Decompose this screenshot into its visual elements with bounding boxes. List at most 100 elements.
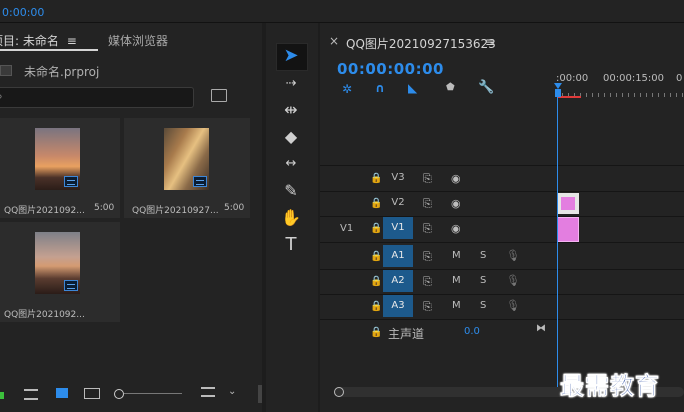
sequence-icon bbox=[64, 280, 78, 291]
track-content-area[interactable] bbox=[556, 167, 684, 367]
mic-icon[interactable]: 🎙 bbox=[506, 249, 520, 262]
zoom-slider-handle[interactable] bbox=[114, 389, 124, 399]
sort-icon[interactable] bbox=[201, 387, 215, 397]
lock-icon[interactable]: 🔒 bbox=[370, 276, 382, 287]
bin-icon bbox=[0, 65, 12, 76]
clip-v1[interactable] bbox=[557, 217, 579, 242]
nest-toggle-icon[interactable]: ✲ bbox=[342, 82, 352, 96]
mic-icon[interactable]: 🎙 bbox=[506, 274, 520, 287]
tab-menu-icon[interactable]: ≡ bbox=[485, 35, 495, 49]
track-a2: 🔒 A2 ⎘ M S 🎙 bbox=[320, 270, 556, 295]
top-bar: 0:00:00 bbox=[0, 0, 684, 23]
master-label: 主声道 bbox=[388, 327, 425, 341]
mute-button[interactable]: M bbox=[452, 250, 461, 261]
clip-duration: 5:00 bbox=[224, 203, 245, 213]
search-input[interactable]: ⌕ bbox=[0, 87, 194, 108]
track-label-v2[interactable]: V2 bbox=[383, 192, 413, 214]
watermark: 最需教育 bbox=[560, 371, 660, 401]
sync-lock-icon[interactable]: ⎘ bbox=[423, 172, 432, 186]
sync-lock-icon[interactable]: ⎘ bbox=[423, 250, 432, 264]
track-label-a1[interactable]: A1 bbox=[383, 245, 413, 267]
solo-button[interactable]: S bbox=[480, 300, 486, 311]
track-label-a3[interactable]: A3 bbox=[383, 295, 413, 317]
sync-lock-icon[interactable]: ⎘ bbox=[423, 197, 432, 211]
track-label-a2[interactable]: A2 bbox=[383, 270, 413, 292]
list-view-icon[interactable] bbox=[24, 389, 38, 400]
clip-v2[interactable] bbox=[557, 193, 579, 214]
panel-scrollbar[interactable] bbox=[258, 385, 262, 403]
mute-button[interactable]: M bbox=[452, 300, 461, 311]
eye-icon[interactable]: ◉ bbox=[451, 222, 461, 235]
timeline-panel: × QQ图片20210927153623 ≡ 00:00:00:00 ✲ ∩ ◣… bbox=[320, 23, 684, 412]
eye-icon[interactable]: ◉ bbox=[451, 197, 461, 210]
work-area-bar bbox=[558, 96, 581, 98]
scroll-handle[interactable] bbox=[334, 387, 344, 397]
mic-icon[interactable]: 🎙 bbox=[506, 299, 520, 312]
sync-lock-icon[interactable]: ⎘ bbox=[423, 222, 432, 236]
clip-duration: 5:00 bbox=[94, 203, 115, 213]
media-item[interactable]: QQ图片2021092... bbox=[0, 222, 120, 322]
top-timecode: 0:00:00 bbox=[2, 6, 45, 19]
lock-icon[interactable]: 🔒 bbox=[370, 223, 382, 234]
sync-lock-icon[interactable]: ⎘ bbox=[423, 300, 432, 314]
source-patch-v1[interactable]: V1 bbox=[340, 223, 353, 234]
eye-icon[interactable]: ◉ bbox=[451, 172, 461, 185]
project-tab-menu-icon[interactable]: ≡ bbox=[67, 34, 77, 48]
lock-icon[interactable]: 🔒 bbox=[370, 173, 382, 184]
solo-button[interactable]: S bbox=[480, 250, 486, 261]
playhead-top[interactable] bbox=[555, 89, 561, 97]
active-tab-underline bbox=[0, 49, 98, 51]
lock-icon[interactable]: 🔒 bbox=[370, 251, 382, 262]
lock-icon[interactable]: 🔒 bbox=[370, 301, 382, 312]
project-tab[interactable]: 项目: 未命名 ≡ bbox=[0, 32, 77, 49]
track-v3: 🔒 V3 ⎘ ◉ bbox=[320, 167, 556, 192]
lock-icon[interactable] bbox=[0, 392, 4, 399]
master-volume[interactable]: 0.0 bbox=[464, 326, 480, 337]
snap-icon[interactable]: ∩ bbox=[375, 81, 385, 95]
lock-icon[interactable]: 🔒 bbox=[370, 327, 382, 338]
close-tab-icon[interactable]: × bbox=[329, 34, 339, 48]
hand-tool-icon[interactable]: ✋ bbox=[278, 207, 304, 229]
media-item[interactable]: QQ图片20210927... 5:00 bbox=[124, 118, 250, 218]
clip-name: QQ图片2021092... bbox=[4, 206, 85, 216]
add-marker-icon[interactable]: ⬟ bbox=[446, 82, 455, 93]
lock-icon[interactable]: 🔒 bbox=[370, 198, 382, 209]
freeform-view-icon[interactable] bbox=[84, 388, 100, 399]
linked-selection-icon[interactable]: ◣ bbox=[408, 81, 417, 95]
razor-tool-icon[interactable]: ◆ bbox=[278, 126, 304, 148]
track-select-tool-icon[interactable]: ⇢ bbox=[278, 73, 304, 95]
sync-lock-icon[interactable]: ⎘ bbox=[423, 275, 432, 289]
mute-button[interactable]: M bbox=[452, 275, 461, 286]
track-a3: 🔒 A3 ⎘ M S 🎙 bbox=[320, 295, 556, 320]
video-clip-icon bbox=[193, 176, 207, 187]
tab-media-browser[interactable]: 媒体浏览器 bbox=[108, 32, 168, 49]
go-to-end-icon[interactable]: ⧓ bbox=[536, 323, 546, 334]
search-icon: ⌕ bbox=[0, 89, 3, 104]
new-bin-icon[interactable] bbox=[211, 89, 227, 102]
tools-panel: ➤ ⇢ ⇹ ◆ ↔ ✎ ✋ T bbox=[266, 23, 318, 412]
icon-view-icon[interactable] bbox=[56, 388, 68, 398]
selection-tool-icon[interactable]: ➤ bbox=[278, 45, 304, 67]
time-ruler[interactable]: :00:00 00:00:15:00 0 bbox=[556, 67, 684, 100]
zoom-slider[interactable] bbox=[124, 393, 182, 394]
media-item[interactable]: QQ图片2021092... 5:00 bbox=[0, 118, 120, 218]
track-v1: V1 🔒 V1 ⎘ ◉ bbox=[320, 217, 556, 242]
pen-tool-icon[interactable]: ✎ bbox=[278, 180, 304, 202]
playhead-timecode[interactable]: 00:00:00:00 bbox=[337, 60, 444, 78]
playhead-line bbox=[557, 97, 558, 387]
type-tool-icon[interactable]: T bbox=[278, 234, 304, 256]
solo-button[interactable]: S bbox=[480, 275, 486, 286]
track-label-v1[interactable]: V1 bbox=[383, 217, 413, 239]
wrench-icon[interactable]: 🔧 bbox=[478, 80, 494, 95]
project-filename: 未命名.prproj bbox=[24, 65, 100, 79]
slip-tool-icon[interactable]: ↔ bbox=[278, 153, 304, 175]
track-v2: 🔒 V2 ⎘ ◉ bbox=[320, 192, 556, 217]
sequence-tab-title[interactable]: QQ图片20210927153623 bbox=[346, 35, 496, 52]
track-label-v3[interactable]: V3 bbox=[383, 167, 413, 189]
project-panel: 项目: 未命名 ≡ 媒体浏览器 未命名.prproj ⌕ QQ图片2021092… bbox=[0, 23, 262, 412]
clip-name: QQ图片2021092... bbox=[4, 310, 85, 320]
ripple-edit-tool-icon[interactable]: ⇹ bbox=[278, 99, 304, 121]
chevron-down-icon[interactable]: ⌄ bbox=[228, 386, 236, 397]
ruler-label: 00:00:15:00 bbox=[603, 73, 665, 84]
track-master: 🔒 主声道 0.0 bbox=[320, 321, 556, 346]
